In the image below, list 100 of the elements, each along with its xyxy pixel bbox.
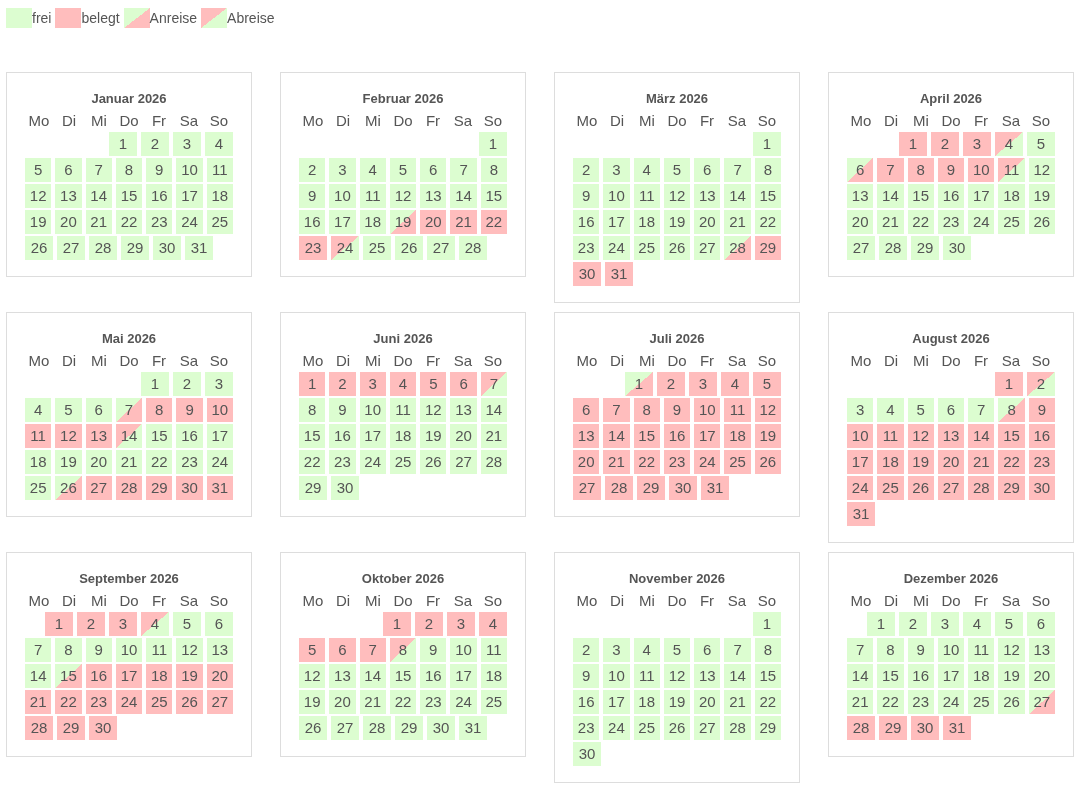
day-cell[interactable]: 7 xyxy=(603,398,630,422)
day-cell[interactable]: 11 xyxy=(480,638,507,662)
day-cell[interactable]: 19 xyxy=(176,664,203,688)
day-cell[interactable]: 2 xyxy=(415,612,443,636)
day-cell[interactable]: 18 xyxy=(998,184,1025,208)
day-cell[interactable]: 29 xyxy=(911,236,939,260)
day-cell[interactable]: 20 xyxy=(450,424,477,448)
day-cell[interactable]: 14 xyxy=(847,664,874,688)
day-cell[interactable]: 24 xyxy=(603,716,630,740)
day-cell[interactable]: 24 xyxy=(206,450,233,474)
day-cell[interactable]: 18 xyxy=(389,424,417,448)
day-cell[interactable]: 30 xyxy=(89,716,117,740)
day-cell[interactable]: 2 xyxy=(173,372,201,396)
day-cell[interactable]: 13 xyxy=(694,184,721,208)
day-cell[interactable]: 16 xyxy=(420,664,447,688)
day-cell[interactable]: 29 xyxy=(637,476,665,500)
day-cell[interactable]: 5 xyxy=(995,612,1023,636)
day-cell[interactable]: 24 xyxy=(847,476,874,500)
day-cell[interactable]: 29 xyxy=(146,476,173,500)
day-cell[interactable]: 18 xyxy=(206,184,233,208)
day-cell[interactable]: 11 xyxy=(633,664,660,688)
day-cell[interactable]: 5 xyxy=(753,372,781,396)
day-cell[interactable]: 25 xyxy=(363,236,391,260)
day-cell[interactable]: 28 xyxy=(115,476,143,500)
day-cell[interactable]: 21 xyxy=(25,690,52,714)
day-cell[interactable]: 10 xyxy=(115,638,143,662)
day-cell[interactable]: 14 xyxy=(877,184,904,208)
day-cell[interactable]: 17 xyxy=(359,424,386,448)
day-cell[interactable]: 15 xyxy=(55,664,82,688)
day-cell[interactable]: 25 xyxy=(146,690,173,714)
day-cell[interactable]: 26 xyxy=(754,450,781,474)
day-cell[interactable]: 26 xyxy=(1028,210,1055,234)
day-cell[interactable]: 30 xyxy=(331,476,359,500)
day-cell[interactable]: 9 xyxy=(146,158,173,182)
day-cell[interactable]: 26 xyxy=(907,476,934,500)
day-cell[interactable]: 12 xyxy=(1028,158,1055,182)
day-cell[interactable]: 19 xyxy=(299,690,326,714)
day-cell[interactable]: 6 xyxy=(937,398,965,422)
day-cell[interactable]: 17 xyxy=(115,664,143,688)
day-cell[interactable]: 4 xyxy=(877,398,904,422)
day-cell[interactable]: 26 xyxy=(55,476,82,500)
day-cell[interactable]: 14 xyxy=(724,664,751,688)
day-cell[interactable]: 13 xyxy=(420,184,447,208)
day-cell[interactable]: 5 xyxy=(389,158,417,182)
day-cell[interactable]: 18 xyxy=(25,450,52,474)
day-cell[interactable]: 5 xyxy=(55,398,82,422)
day-cell[interactable]: 17 xyxy=(937,664,965,688)
day-cell[interactable]: 26 xyxy=(299,716,327,740)
day-cell[interactable]: 10 xyxy=(329,184,356,208)
day-cell[interactable]: 16 xyxy=(146,184,173,208)
day-cell[interactable]: 7 xyxy=(115,398,143,422)
day-cell[interactable]: 22 xyxy=(115,210,143,234)
day-cell[interactable]: 13 xyxy=(329,664,356,688)
day-cell[interactable]: 3 xyxy=(963,132,991,156)
day-cell[interactable]: 1 xyxy=(141,372,169,396)
day-cell[interactable]: 27 xyxy=(427,236,455,260)
day-cell[interactable]: 18 xyxy=(359,210,386,234)
day-cell[interactable]: 7 xyxy=(480,372,507,396)
day-cell[interactable]: 2 xyxy=(657,372,685,396)
day-cell[interactable]: 28 xyxy=(480,450,507,474)
day-cell[interactable]: 21 xyxy=(115,450,143,474)
day-cell[interactable]: 18 xyxy=(877,450,904,474)
day-cell[interactable]: 18 xyxy=(724,424,751,448)
day-cell[interactable]: 8 xyxy=(998,398,1025,422)
day-cell[interactable]: 10 xyxy=(359,398,386,422)
day-cell[interactable]: 12 xyxy=(998,638,1025,662)
day-cell[interactable]: 11 xyxy=(724,398,751,422)
day-cell[interactable]: 29 xyxy=(57,716,85,740)
day-cell[interactable]: 12 xyxy=(299,664,326,688)
day-cell[interactable]: 15 xyxy=(299,424,326,448)
day-cell[interactable]: 1 xyxy=(899,132,927,156)
day-cell[interactable]: 24 xyxy=(694,450,721,474)
day-cell[interactable]: 14 xyxy=(115,424,143,448)
day-cell[interactable]: 1 xyxy=(299,372,326,396)
day-cell[interactable]: 25 xyxy=(206,210,233,234)
day-cell[interactable]: 30 xyxy=(943,236,971,260)
day-cell[interactable]: 5 xyxy=(663,638,691,662)
day-cell[interactable]: 22 xyxy=(754,210,781,234)
day-cell[interactable]: 5 xyxy=(173,612,201,636)
day-cell[interactable]: 2 xyxy=(1027,372,1055,396)
day-cell[interactable]: 13 xyxy=(85,424,112,448)
day-cell[interactable]: 7 xyxy=(359,638,386,662)
day-cell[interactable]: 21 xyxy=(450,210,477,234)
day-cell[interactable]: 12 xyxy=(55,424,82,448)
day-cell[interactable]: 27 xyxy=(450,450,477,474)
day-cell[interactable]: 31 xyxy=(459,716,487,740)
day-cell[interactable]: 29 xyxy=(395,716,423,740)
day-cell[interactable]: 26 xyxy=(998,690,1025,714)
day-cell[interactable]: 1 xyxy=(753,132,781,156)
day-cell[interactable]: 20 xyxy=(206,664,233,688)
day-cell[interactable]: 28 xyxy=(724,716,751,740)
day-cell[interactable]: 24 xyxy=(115,690,143,714)
day-cell[interactable]: 20 xyxy=(937,450,965,474)
day-cell[interactable]: 16 xyxy=(663,424,691,448)
day-cell[interactable]: 27 xyxy=(85,476,112,500)
day-cell[interactable]: 17 xyxy=(847,450,874,474)
day-cell[interactable]: 19 xyxy=(907,450,934,474)
day-cell[interactable]: 27 xyxy=(694,716,721,740)
day-cell[interactable]: 8 xyxy=(877,638,904,662)
day-cell[interactable]: 30 xyxy=(669,476,697,500)
